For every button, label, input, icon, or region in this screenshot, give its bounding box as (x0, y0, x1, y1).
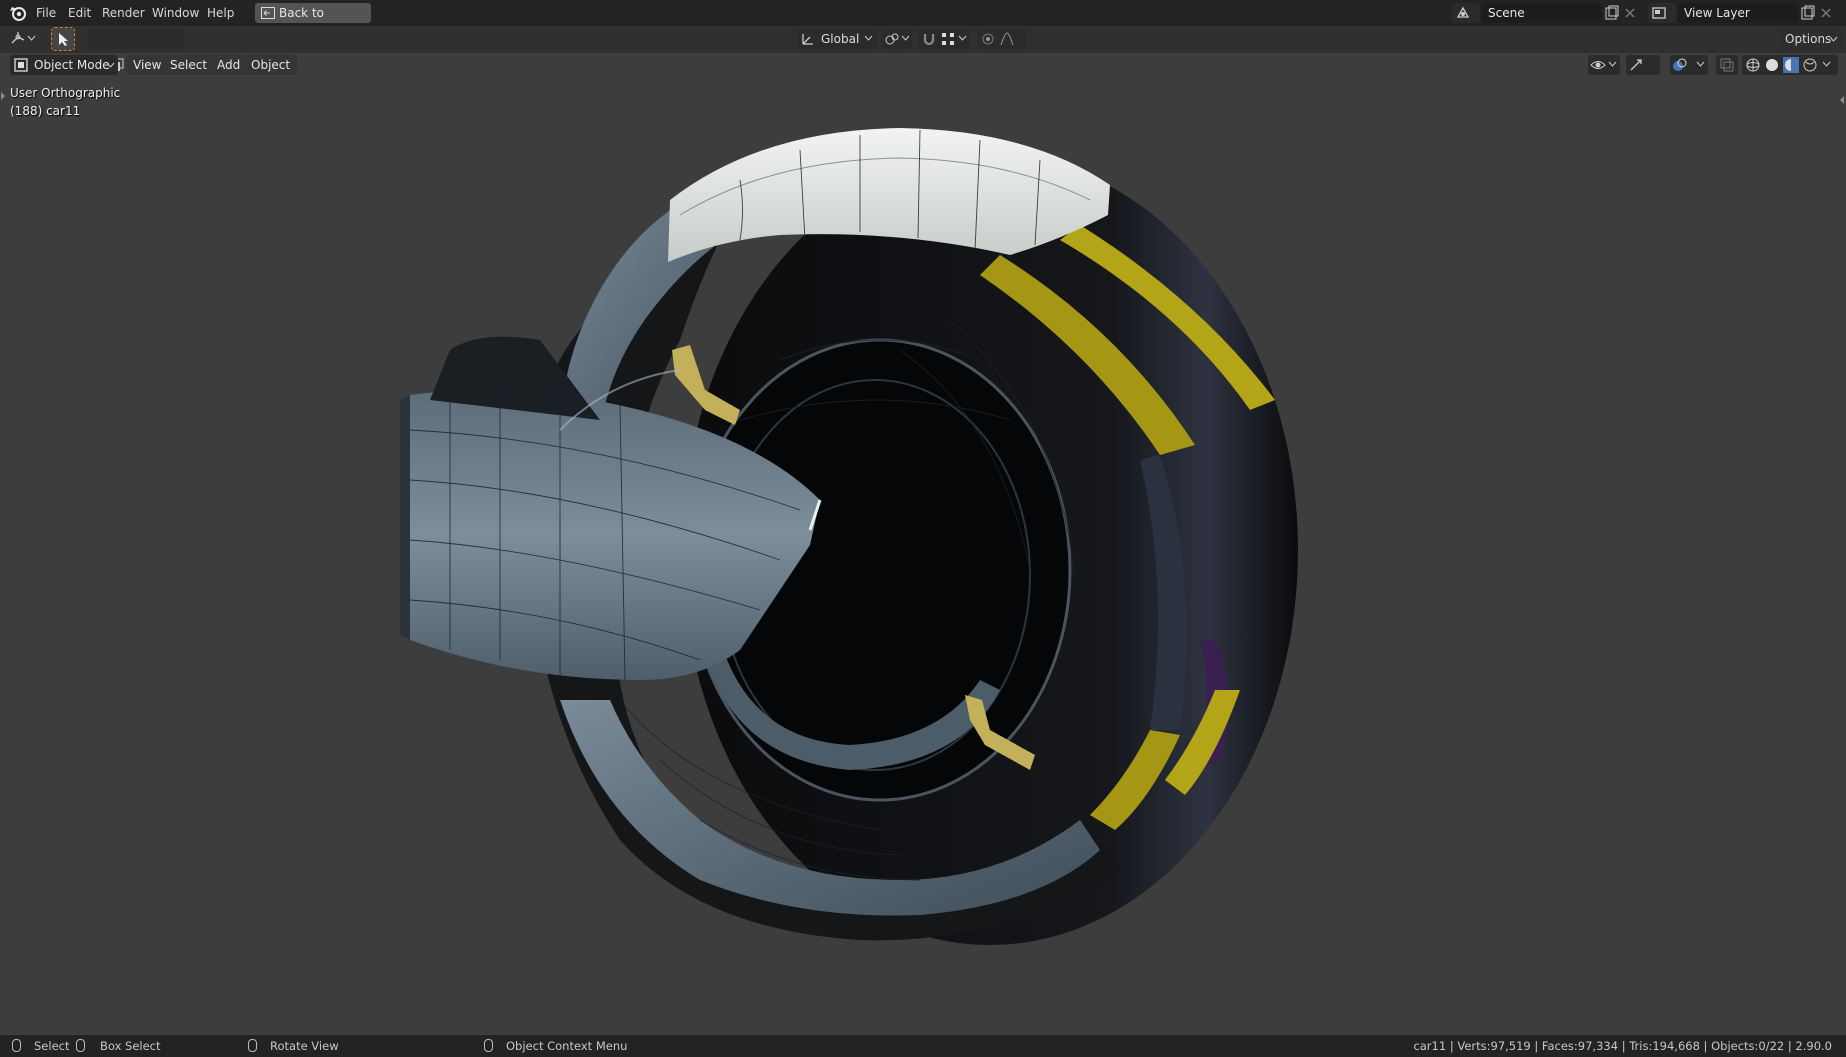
orientation-label: Global (821, 32, 860, 46)
3d-viewport-icon (11, 32, 25, 44)
transform-orientation-dropdown[interactable]: Global (797, 29, 877, 49)
viewport-menu-object[interactable]: Object (244, 55, 298, 75)
pivot-point-dropdown[interactable] (882, 29, 912, 49)
blender-logo-icon[interactable] (9, 4, 27, 22)
editor-type-button[interactable] (8, 29, 40, 49)
view-layer-browse-button[interactable] (1648, 3, 1676, 23)
mouse-left-icon (12, 1039, 21, 1052)
tool-header: Global Options (0, 26, 1846, 72)
chevron-down-icon (864, 35, 873, 41)
object-mode-dropdown[interactable]: Object Mode (10, 55, 118, 75)
view-layer-name-label: View Layer (1684, 6, 1750, 20)
snap-group (918, 29, 970, 49)
overlays-icon (1673, 58, 1687, 71)
viewport-header: Object Mode View Select Add Object (0, 53, 1846, 77)
new-view-layer-icon[interactable] (1800, 5, 1816, 21)
object-mode-label: Object Mode (34, 58, 110, 72)
scene-name-label: Scene (1488, 6, 1525, 20)
back-window-icon (261, 7, 275, 19)
chevron-down-icon (901, 35, 910, 41)
delete-scene-icon[interactable] (1622, 5, 1638, 21)
wireframe-shading-icon[interactable] (1745, 57, 1761, 73)
menu-help[interactable]: Help (207, 0, 234, 26)
solid-shading-icon[interactable] (1764, 57, 1780, 73)
chevron-down-icon (1696, 61, 1705, 67)
gizmo-icon (1630, 59, 1642, 71)
status-rotate-view: Rotate View (270, 1039, 339, 1053)
status-select: Select (34, 1039, 70, 1053)
xray-toggle[interactable] (1716, 55, 1738, 75)
scene-icon (1456, 6, 1470, 18)
chevron-down-icon (1822, 61, 1831, 67)
visibility-dropdown[interactable] (1588, 55, 1620, 75)
snap-magnet-icon[interactable] (921, 31, 937, 47)
status-context-menu: Object Context Menu (506, 1039, 628, 1053)
front-arm-edge (400, 395, 410, 640)
options-label: Options (1785, 32, 1832, 46)
pivot-icon (885, 33, 899, 45)
cursor-arrow-icon (59, 33, 68, 46)
viewport-menu-select[interactable]: Select (163, 55, 215, 75)
chevron-down-icon (1829, 36, 1838, 42)
shading-mode-group (1742, 55, 1838, 75)
status-bar: Select Box Select Rotate View Object Con… (0, 1035, 1846, 1057)
scene-browse-button[interactable] (1452, 3, 1480, 23)
chevron-down-icon (1608, 61, 1617, 67)
options-dropdown[interactable]: Options (1777, 29, 1841, 49)
mouse-drag-icon (76, 1039, 85, 1052)
object-mode-icon (14, 58, 28, 72)
falloff-curve-icon[interactable] (999, 31, 1015, 47)
menu-edit[interactable]: Edit (68, 0, 91, 26)
chevron-down-icon (27, 35, 36, 41)
snap-grid-icon[interactable] (940, 31, 956, 47)
mouse-middle-icon (248, 1039, 257, 1052)
viewport-menu-add[interactable]: Add (210, 55, 248, 75)
menu-render[interactable]: Render (102, 0, 145, 26)
3d-model-wheel-pod[interactable] (0, 77, 1846, 1035)
menu-window[interactable]: Window (152, 0, 199, 26)
new-scene-icon[interactable] (1604, 5, 1620, 21)
chevron-down-icon (958, 35, 967, 41)
view-layer-name-field[interactable]: View Layer (1678, 3, 1798, 23)
eye-visibility-icon (1590, 61, 1606, 69)
status-box-select: Box Select (100, 1039, 161, 1053)
rendered-shading-icon[interactable] (1802, 57, 1818, 73)
mouse-right-icon (484, 1039, 493, 1052)
view-layer-icon (1652, 7, 1666, 19)
selection-mode-group (88, 29, 184, 49)
top-menu-bar: File Edit Render Window Help Back to Pre… (0, 0, 1846, 40)
orientation-global-icon (802, 34, 813, 45)
overlays-toggle[interactable] (1670, 55, 1708, 75)
select-tool-button[interactable] (51, 27, 75, 51)
xray-icon (1720, 58, 1734, 72)
chevron-down-icon (106, 62, 115, 68)
back-to-previous-button[interactable]: Back to Previous (255, 3, 371, 40)
delete-view-layer-icon[interactable] (1818, 5, 1834, 21)
proportional-edit-group (977, 29, 1027, 49)
gizmo-toggle[interactable] (1626, 55, 1660, 75)
material-preview-icon[interactable] (1783, 57, 1799, 73)
scene-name-field[interactable]: Scene (1482, 3, 1602, 23)
scene-statistics: car11 | Verts:97,519 | Faces:97,334 | Tr… (1413, 1039, 1832, 1053)
menu-file[interactable]: File (36, 0, 56, 26)
proportional-edit-icon[interactable] (980, 31, 996, 47)
